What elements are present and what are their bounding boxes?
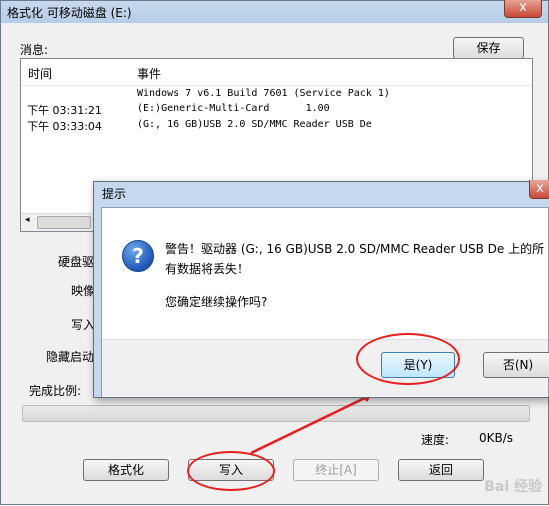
confirm-dialog: 提示 x ? 警告！驱动器 (G:, 16 GB)USB 2.0 SD/MMC … <box>93 180 549 398</box>
dialog-button-bar: 是(Y) 否(N) <box>102 339 549 397</box>
dialog-close-button[interactable]: x <box>529 180 549 199</box>
annotation-circle-yes <box>356 333 460 385</box>
question-icon: ? <box>122 240 154 272</box>
watermark: Bai 经验 <box>484 479 542 495</box>
dialog-body: ? 警告！驱动器 (G:, 16 GB)USB 2.0 SD/MMC Reade… <box>101 207 549 397</box>
dialog-question: 您确定继续操作吗? <box>165 295 268 309</box>
dialog-warning-line2: 有数据将丢失！ <box>165 262 250 276</box>
main-window: 格式化 可移动磁盘 (E:) x 消息: 保存 时间 事件 Windows 7 … <box>0 0 549 505</box>
dialog-title: 提示 <box>102 187 127 201</box>
dialog-warning-line1: 警告！驱动器 (G:, 16 GB)USB 2.0 SD/MMC Reader … <box>165 242 545 256</box>
no-button[interactable]: 否(N) <box>483 352 549 378</box>
